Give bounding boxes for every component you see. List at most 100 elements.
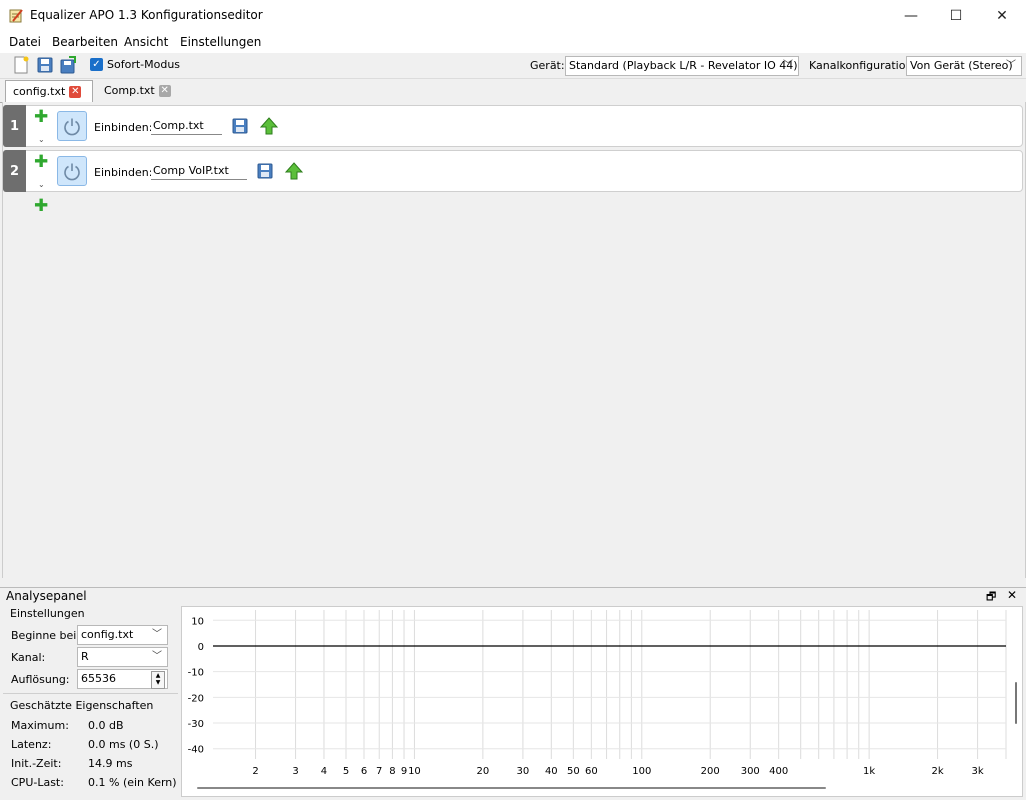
y-tick-label: 0	[198, 642, 204, 653]
include-file-field[interactable]: Comp.txt	[151, 117, 222, 135]
x-tick-label: 4	[321, 766, 327, 777]
channel-config-value: Von Gerät (Stereo)	[910, 59, 1013, 72]
x-tick-label: 10	[408, 766, 421, 777]
resolution-spinbox[interactable]: 65536 ▲ ▼	[77, 669, 168, 689]
y-tick-label: -30	[188, 719, 204, 730]
maximum-label: Maximum:	[11, 719, 69, 732]
x-tick-label: 200	[701, 766, 720, 777]
cpu-load-label: CPU-Last:	[11, 776, 64, 789]
filter-row-number[interactable]: 2	[3, 150, 26, 192]
new-file-icon[interactable]	[12, 56, 30, 74]
menu-view[interactable]: Ansicht	[124, 35, 168, 49]
x-tick-label: 6	[361, 766, 367, 777]
tab-label: config.txt	[13, 85, 66, 98]
resolution-label: Auflösung:	[11, 673, 70, 686]
tab-label: Comp.txt	[104, 84, 155, 97]
channel-config-label: Kanalkonfiguration:	[809, 59, 917, 72]
x-tick-label: 100	[632, 766, 651, 777]
x-tick-label: 5	[343, 766, 349, 777]
x-tick-label: 2	[252, 766, 258, 777]
menu-file[interactable]: Datei	[9, 35, 41, 49]
open-file-icon[interactable]	[230, 116, 250, 136]
power-toggle-button[interactable]	[57, 156, 87, 186]
x-tick-label: 40	[545, 766, 558, 777]
device-select[interactable]: Standard (Playback L/R - Revelator IO 44…	[565, 56, 799, 76]
maximize-button[interactable]: ☐	[933, 0, 979, 31]
resolution-value: 65536	[81, 672, 116, 685]
instant-mode-checkbox[interactable]: ✓	[90, 58, 103, 71]
tab-config-txt[interactable]: config.txt ✕	[5, 80, 93, 103]
cpu-load-value: 0.1 % (ein Kern)	[88, 776, 177, 789]
channel-select[interactable]: R ﹀	[77, 647, 168, 667]
estimated-group-title: Geschätzte Eigenschaften	[10, 699, 154, 712]
menu-settings[interactable]: Einstellungen	[180, 35, 261, 49]
plot-area	[213, 610, 1006, 759]
expand-chevron-icon[interactable]: ⌄	[38, 136, 45, 144]
analysis-panel-title: Analysepanel	[6, 589, 87, 603]
add-filter-icon[interactable]: ✚	[34, 109, 48, 126]
instant-mode-label: Sofort-Modus	[107, 58, 181, 71]
y-tick-label: -20	[188, 693, 204, 704]
move-up-icon[interactable]	[284, 161, 304, 181]
include-label: Einbinden:	[94, 166, 153, 179]
x-tick-label: 3k	[972, 766, 984, 777]
y-tick-label: 10	[191, 616, 204, 627]
maximum-value: 0.0 dB	[88, 719, 124, 732]
include-file-field[interactable]: Comp VoIP.txt	[151, 162, 247, 180]
start-at-value: config.txt	[81, 628, 134, 641]
divider	[3, 693, 178, 694]
add-filter-icon[interactable]: ✚	[34, 154, 48, 171]
add-filter-icon[interactable]: ✚	[34, 198, 48, 215]
x-tick-label: 9	[401, 766, 407, 777]
device-select-value: Standard (Playback L/R - Revelator IO 44…	[569, 59, 798, 72]
chevron-down-icon: ﹀	[152, 629, 162, 640]
include-label: Einbinden:	[94, 121, 153, 134]
tab-close-icon[interactable]: ✕	[158, 85, 171, 97]
open-file-icon[interactable]	[255, 161, 275, 181]
float-panel-icon[interactable]: 🗗	[986, 588, 996, 607]
power-icon	[64, 163, 80, 181]
chevron-down-icon: ﹀	[152, 651, 162, 662]
init-time-label: Init.-Zeit:	[11, 757, 62, 770]
latency-label: Latenz:	[11, 738, 52, 751]
close-window-button[interactable]: ✕	[979, 0, 1025, 31]
expand-chevron-icon[interactable]: ⌄	[38, 181, 45, 189]
device-label: Gerät:	[530, 59, 565, 72]
x-tick-label: 30	[517, 766, 530, 777]
save-icon[interactable]	[36, 56, 54, 74]
minimize-button[interactable]: —	[888, 0, 934, 31]
channel-value: R	[81, 650, 89, 663]
channel-label: Kanal:	[11, 651, 46, 664]
x-tick-label: 60	[585, 766, 598, 777]
chevron-down-icon: ﹀	[783, 60, 793, 71]
y-tick-label: -40	[188, 745, 204, 756]
y-tick-label: -10	[188, 668, 204, 679]
start-at-label: Beginne bei:	[11, 629, 81, 642]
filter-row-number[interactable]: 1	[3, 105, 26, 147]
chevron-down-icon: ﹀	[1006, 60, 1016, 71]
move-up-icon[interactable]	[259, 116, 279, 136]
save-all-icon[interactable]	[59, 56, 77, 74]
analysis-panel-header	[0, 587, 1026, 605]
tab-comp-txt[interactable]: Comp.txt ✕	[96, 80, 176, 101]
x-tick-label: 1k	[863, 766, 875, 777]
app-notepad-icon	[9, 9, 23, 23]
latency-value: 0.0 ms (0 S.)	[88, 738, 159, 751]
start-at-select[interactable]: config.txt ﹀	[77, 625, 168, 645]
window-title: Equalizer APO 1.3 Konfigurationseditor	[30, 8, 263, 22]
x-tick-label: 2k	[931, 766, 943, 777]
x-tick-label: 300	[741, 766, 760, 777]
tab-close-icon[interactable]: ✕	[69, 86, 82, 98]
settings-group-title: Einstellungen	[10, 607, 85, 620]
x-tick-label: 50	[567, 766, 580, 777]
menu-edit[interactable]: Bearbeiten	[52, 35, 118, 49]
close-panel-icon[interactable]: ✕	[1007, 588, 1017, 602]
x-tick-label: 20	[477, 766, 490, 777]
channel-config-select[interactable]: Von Gerät (Stereo) ﹀	[906, 56, 1022, 76]
power-icon	[64, 118, 80, 136]
x-tick-label: 7	[376, 766, 382, 777]
frequency-response-chart: 100-10-20-30-402 3 4 5 6 7 8 9 10 20 30 40 50 60 100 20…	[188, 610, 1017, 789]
power-toggle-button[interactable]	[57, 111, 87, 141]
spinner-arrows-icon[interactable]: ▲ ▼	[151, 671, 165, 689]
x-tick-label: 8	[389, 766, 395, 777]
